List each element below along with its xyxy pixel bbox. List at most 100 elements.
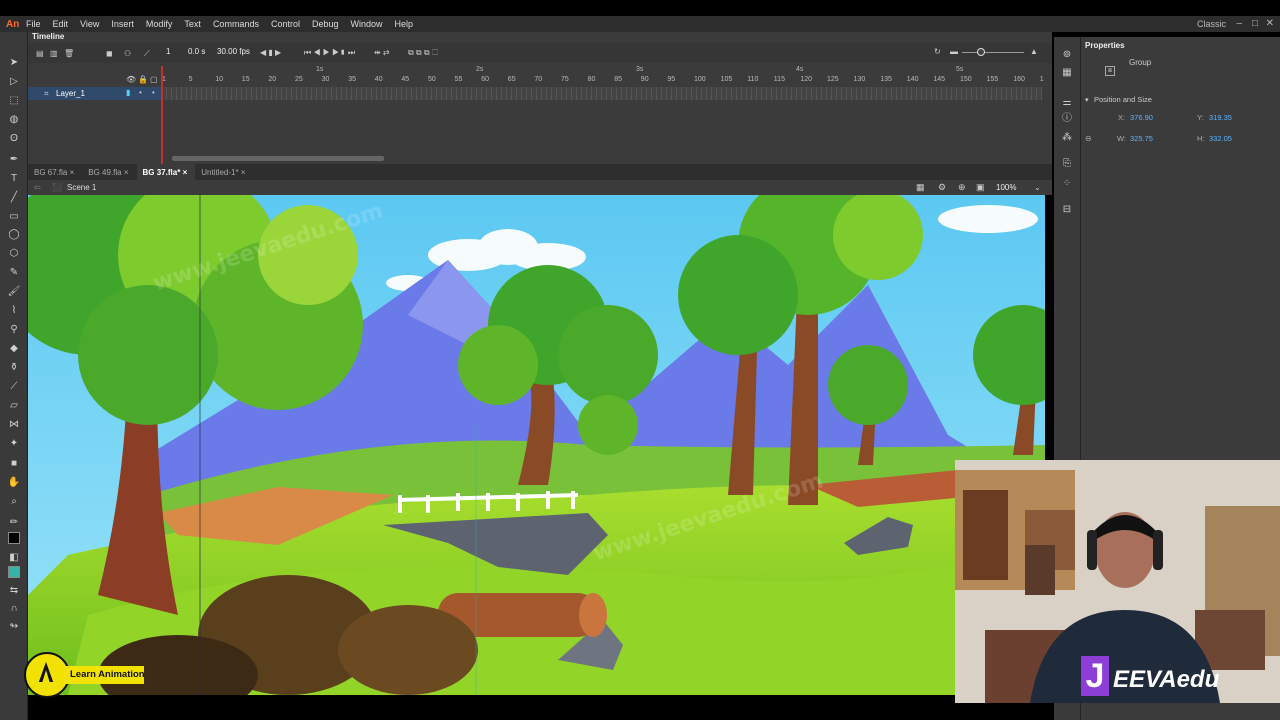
- menu-file[interactable]: File: [26, 19, 41, 29]
- pen-tool-icon[interactable]: ✒: [6, 153, 22, 167]
- x-value[interactable]: 376.90: [1130, 113, 1153, 122]
- eraser-icon[interactable]: ▱: [6, 399, 22, 413]
- timeline-scrollbar[interactable]: [172, 156, 384, 161]
- subselection-tool-icon[interactable]: ▷: [6, 75, 22, 89]
- tab-close-icon[interactable]: ×: [183, 168, 188, 177]
- sync-icon[interactable]: ↻: [934, 47, 941, 56]
- zoom-in-icon[interactable]: ▲: [1030, 47, 1038, 56]
- align-icon[interactable]: ⚌: [1061, 97, 1073, 109]
- position-size-chevron-icon[interactable]: ▾: [1085, 96, 1089, 104]
- menu-modify[interactable]: Modify: [146, 19, 173, 29]
- paint-bucket-icon[interactable]: ◆: [6, 342, 22, 356]
- current-frame[interactable]: 1: [166, 47, 170, 56]
- menu-commands[interactable]: Commands: [213, 19, 259, 29]
- menu-debug[interactable]: Debug: [312, 19, 339, 29]
- menu-control[interactable]: Control: [271, 19, 300, 29]
- zoom-dropdown-icon[interactable]: ⌄: [1034, 183, 1041, 192]
- tab-close-icon[interactable]: ×: [124, 168, 129, 177]
- clip-stage-icon[interactable]: ▣: [976, 182, 985, 193]
- menu-edit[interactable]: Edit: [53, 19, 69, 29]
- center-stage-icon[interactable]: ⊕: [958, 182, 966, 193]
- menu-help[interactable]: Help: [395, 19, 414, 29]
- zoom-level[interactable]: 100%: [996, 183, 1016, 192]
- motion-presets-icon[interactable]: ⎘: [1061, 158, 1073, 170]
- zoom-out-icon[interactable]: ▬: [950, 47, 958, 56]
- graph-icon[interactable]: ⟋: [144, 49, 150, 59]
- position-size-heading[interactable]: Position and Size: [1094, 95, 1152, 104]
- selection-tool-icon[interactable]: ➤: [6, 56, 22, 70]
- hand-tool-icon[interactable]: ✋: [6, 476, 22, 490]
- workspace-switcher[interactable]: Classic: [1197, 19, 1226, 29]
- color-panel-icon[interactable]: ▦: [1061, 67, 1073, 79]
- pencil-tool-icon[interactable]: ✎: [6, 266, 22, 280]
- polystar-tool-icon[interactable]: ⬡: [6, 247, 22, 261]
- 3d-rotation-icon[interactable]: ◍: [6, 113, 22, 127]
- new-layer-icon[interactable]: ▤: [36, 49, 44, 58]
- camera-tool-icon[interactable]: ■: [6, 457, 22, 471]
- oval-tool-icon[interactable]: ◯: [6, 228, 22, 242]
- parent-view-icon[interactable]: ⚇: [124, 49, 131, 58]
- tab-bg67[interactable]: BG 67.fla ×: [28, 164, 82, 180]
- swap-colors-icon[interactable]: ⇆: [6, 584, 22, 598]
- playhead[interactable]: [161, 66, 163, 164]
- brush-tool-icon[interactable]: 🖌: [6, 285, 22, 299]
- lasso-tool-icon[interactable]: ʘ: [6, 132, 22, 146]
- fill-color-swatch[interactable]: [8, 566, 20, 578]
- timeline-tab[interactable]: Timeline: [28, 32, 68, 42]
- menu-text[interactable]: Text: [184, 19, 201, 29]
- fill-color-icon[interactable]: ◧: [6, 551, 22, 565]
- back-arrow-icon[interactable]: ⇦: [34, 183, 41, 192]
- width-tool-icon[interactable]: ⋈: [6, 418, 22, 432]
- info-icon[interactable]: ⓘ: [1061, 113, 1073, 125]
- stroke-color-swatch[interactable]: [8, 532, 20, 544]
- tab-close-icon[interactable]: ×: [241, 168, 246, 177]
- timeline-zoom-knob[interactable]: [977, 48, 985, 56]
- minimize-icon[interactable]: –: [1236, 18, 1242, 29]
- edit-symbol-icon[interactable]: ⚙: [938, 182, 946, 193]
- scene-label[interactable]: Scene 1: [67, 183, 96, 192]
- library-icon[interactable]: ⊚: [1061, 49, 1073, 61]
- components-icon[interactable]: ⁘: [1061, 178, 1073, 190]
- menu-view[interactable]: View: [80, 19, 99, 29]
- free-transform-icon[interactable]: ⬚: [6, 94, 22, 108]
- properties-title[interactable]: Properties: [1085, 41, 1125, 50]
- layer-name[interactable]: Layer_1: [56, 89, 85, 98]
- eyedropper-icon[interactable]: ⟋: [6, 380, 22, 394]
- bone-tool-icon[interactable]: ⚲: [6, 323, 22, 337]
- loop-icon[interactable]: ◀ ▮ ▶: [260, 48, 281, 57]
- first-frame-icon[interactable]: ⏮ ◀ ▶ ▶▮ ⏭: [304, 48, 355, 58]
- asset-warp-icon[interactable]: ✦: [6, 437, 22, 451]
- rectangle-tool-icon[interactable]: ▭: [6, 210, 22, 224]
- menu-insert[interactable]: Insert: [111, 19, 134, 29]
- ink-bottle-icon[interactable]: ⚱: [6, 361, 22, 375]
- lock-icon[interactable]: 🔒: [138, 75, 148, 84]
- snap-magnet-icon[interactable]: ∩: [6, 602, 22, 616]
- zoom-tool-icon[interactable]: ⌕: [6, 495, 22, 509]
- maximize-icon[interactable]: □: [1252, 18, 1258, 29]
- layer-lock-dot[interactable]: •: [152, 88, 155, 97]
- code-snippets-icon[interactable]: ⊟: [1061, 204, 1073, 216]
- stroke-color-icon[interactable]: ✏: [6, 516, 22, 530]
- y-value[interactable]: 319.35: [1209, 113, 1232, 122]
- delete-layer-icon[interactable]: 🗑: [64, 49, 74, 58]
- transform-icon[interactable]: ⁂: [1061, 132, 1073, 144]
- line-tool-icon[interactable]: ╱: [6, 191, 22, 205]
- tab-untitled[interactable]: Untitled-1* ×: [195, 164, 253, 180]
- frame-rate[interactable]: 30.00 fps: [217, 47, 250, 56]
- elapsed-time[interactable]: 0.0 s: [188, 47, 205, 56]
- link-icon[interactable]: ⊖: [1085, 134, 1092, 143]
- outline-icon[interactable]: ▢: [150, 75, 158, 84]
- smooth-icon[interactable]: ↬: [6, 620, 22, 634]
- show-hide-icon[interactable]: 👁: [126, 75, 136, 84]
- menu-window[interactable]: Window: [351, 19, 383, 29]
- paint-brush-icon[interactable]: ⌇: [6, 304, 22, 318]
- new-folder-icon[interactable]: ▥: [50, 49, 58, 58]
- close-icon[interactable]: ✕: [1266, 18, 1274, 29]
- frame-track[interactable]: [162, 87, 1042, 100]
- timeline-zoom-slider[interactable]: [962, 52, 1024, 53]
- tab-close-icon[interactable]: ×: [70, 168, 75, 177]
- edit-scene-icon[interactable]: ▦: [916, 182, 925, 193]
- text-tool-icon[interactable]: T: [6, 172, 22, 186]
- w-value[interactable]: 325.75: [1130, 134, 1153, 143]
- tab-bg49[interactable]: BG 49.fla ×: [82, 164, 136, 180]
